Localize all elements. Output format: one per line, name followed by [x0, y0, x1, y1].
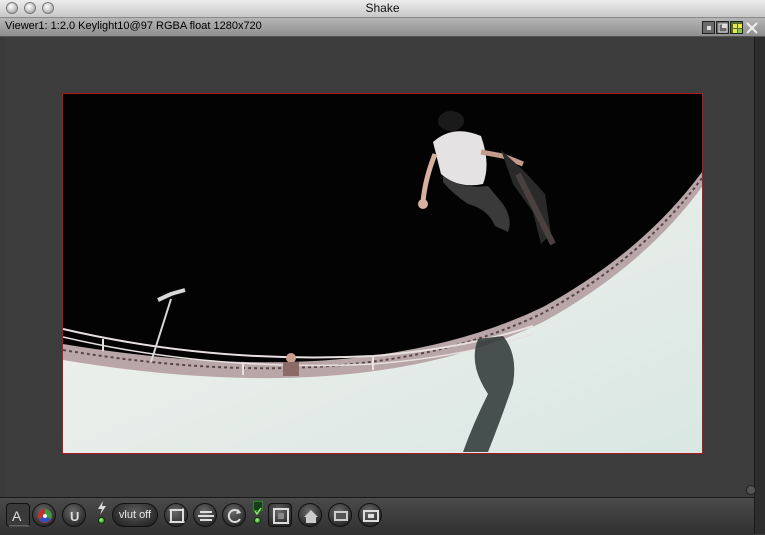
flipbook-button[interactable]	[328, 503, 352, 527]
viewer-corner-icon[interactable]	[746, 485, 756, 495]
refresh-icon	[227, 509, 241, 523]
fit-frame-button[interactable]	[268, 503, 292, 527]
crop-icon	[169, 508, 185, 523]
film-icon	[334, 511, 348, 521]
channel-a-label: A	[12, 508, 22, 524]
color-picker-button[interactable]	[32, 503, 56, 527]
checkbox-icon[interactable]	[253, 501, 263, 516]
channel-a-button[interactable]: A	[6, 503, 30, 527]
update-status-led	[98, 517, 105, 524]
viewer-layout-button[interactable]	[730, 21, 743, 34]
close-viewer-icon[interactable]	[745, 21, 758, 34]
color-wheel-icon	[38, 509, 52, 523]
window-title: Shake	[365, 1, 400, 15]
viewer-toolbar: A U vlut off	[0, 497, 754, 535]
skateboarder-bowl-image	[63, 94, 702, 453]
center-lines-icon	[198, 511, 214, 521]
frame-icon	[273, 508, 289, 524]
viewer-canvas[interactable]	[5, 37, 753, 497]
u-icon: U	[70, 509, 79, 524]
proxy-status-led	[254, 517, 261, 524]
update-button[interactable]: U	[62, 503, 86, 527]
align-button[interactable]	[193, 503, 217, 527]
window-right-edge	[754, 37, 765, 534]
refresh-button[interactable]	[222, 503, 246, 527]
render-button[interactable]	[358, 503, 382, 527]
viewer-header: Viewer1: 1:2.0 Keylight10@97 RGBA float …	[0, 18, 765, 37]
roi-button[interactable]	[164, 503, 188, 527]
render-icon	[363, 510, 379, 522]
svg-text:U: U	[70, 509, 79, 524]
home-button[interactable]	[298, 503, 322, 527]
vlut-toggle-button[interactable]: vlut off	[112, 503, 158, 527]
viewer-image-frame[interactable]	[62, 93, 703, 454]
viewer-menu-button[interactable]	[702, 21, 715, 34]
window-titlebar[interactable]: Shake	[0, 0, 765, 18]
viewer-maximize-button[interactable]	[716, 21, 729, 34]
viewer-title: Viewer1: 1:2.0 Keylight10@97 RGBA float …	[5, 20, 262, 32]
home-icon	[304, 510, 318, 523]
lightning-icon	[96, 501, 108, 515]
